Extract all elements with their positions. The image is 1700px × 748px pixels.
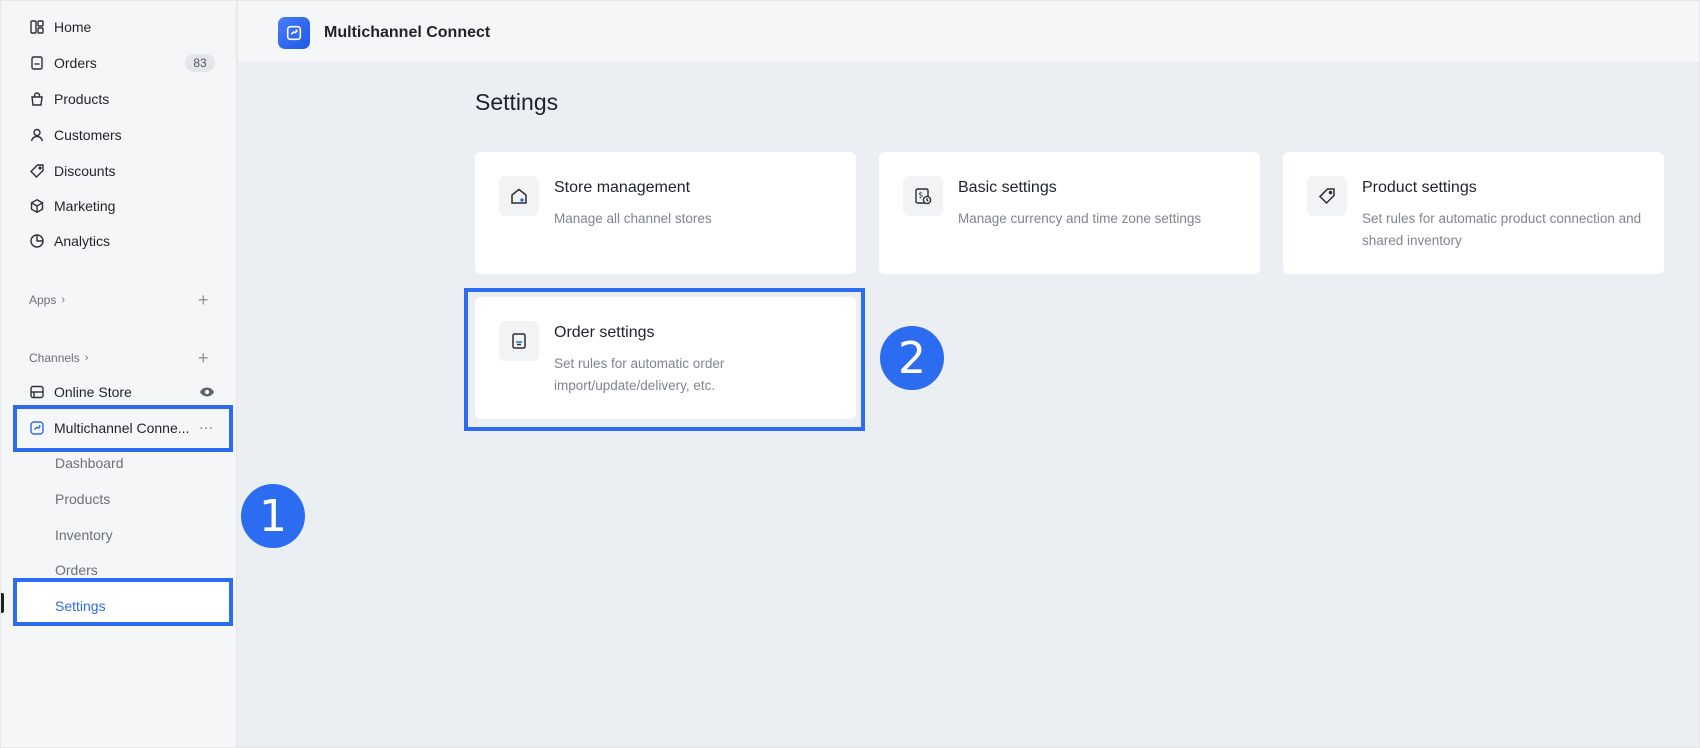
apps-section-title[interactable]: Apps ›: [29, 293, 65, 307]
sidebar-item-analytics[interactable]: Analytics: [21, 226, 219, 256]
chevron-right-icon: ›: [84, 352, 89, 364]
person-icon: [29, 127, 45, 143]
orders-count-badge: 83: [185, 54, 215, 72]
currency-clock-icon: $: [903, 176, 943, 216]
basic-settings-card[interactable]: $ Basic settings Manage currency and tim…: [879, 152, 1260, 274]
app-window: Home Orders 83 Products Customers Discou…: [0, 0, 1700, 748]
card-description: Manage currency and time zone settings: [958, 211, 1202, 226]
pie-icon: [29, 233, 45, 249]
apps-label: Apps: [29, 293, 57, 307]
sidebar-subitem-inventory[interactable]: Inventory: [55, 527, 113, 543]
card-title: Store management: [554, 179, 691, 196]
sidebar-item-label: Home: [54, 19, 92, 35]
sidebar-item-products[interactable]: Products: [21, 84, 219, 114]
sidebar-item-label: Online Store: [54, 384, 132, 400]
sidebar-item-customers[interactable]: Customers: [21, 120, 219, 150]
step-1-badge: 1: [241, 484, 305, 548]
sidebar-item-label: Analytics: [54, 233, 111, 249]
card-description: Manage all channel stores: [554, 211, 712, 226]
orders-icon: [29, 55, 45, 71]
app-title: Multichannel Connect: [324, 24, 491, 41]
top-bar: Multichannel Connect: [238, 1, 1699, 63]
sidebar-item-discounts[interactable]: Discounts: [21, 156, 219, 186]
bag-icon: [29, 91, 45, 107]
channels-label: Channels: [29, 351, 80, 365]
sidebar-subitem-dashboard[interactable]: Dashboard: [55, 455, 124, 471]
sidebar-subitem-orders[interactable]: Orders: [55, 562, 98, 578]
eye-icon[interactable]: [199, 384, 215, 403]
store-management-icon: [499, 176, 539, 216]
sidebar-item-home[interactable]: Home: [21, 12, 219, 42]
home-icon: [29, 19, 45, 35]
product-settings-card[interactable]: Product settings Set rules for automatic…: [1283, 152, 1664, 274]
add-channel-plus-icon[interactable]: +: [198, 349, 209, 367]
sidebar-item-label: Customers: [54, 127, 122, 143]
highlight-settings: [13, 578, 233, 626]
add-app-plus-icon[interactable]: +: [198, 291, 209, 309]
store-management-card[interactable]: Store management Manage all channel stor…: [475, 152, 856, 274]
sidebar-item-label: Marketing: [54, 198, 116, 214]
tag-icon: [1307, 176, 1347, 216]
card-title: Product settings: [1362, 179, 1477, 196]
tag-icon: [29, 163, 45, 179]
step-2-badge: 2: [880, 326, 944, 390]
highlight-multichannel-connect: [13, 405, 233, 452]
active-marker: [1, 593, 4, 613]
svg-text:$: $: [918, 191, 923, 200]
chevron-right-icon: ›: [61, 294, 66, 306]
sidebar-item-orders[interactable]: Orders 83: [21, 48, 219, 78]
sidebar-channel-online-store[interactable]: Online Store: [21, 377, 219, 407]
app-logo-icon: [278, 17, 310, 49]
sidebar-subitem-products[interactable]: Products: [55, 491, 110, 507]
sidebar-item-label: Products: [54, 91, 110, 107]
sidebar-item-label: Orders: [54, 55, 97, 71]
sidebar-item-label: Discounts: [54, 163, 116, 179]
cube-icon: [29, 198, 45, 214]
sidebar: Home Orders 83 Products Customers Discou…: [1, 1, 237, 747]
page-title: Settings: [475, 89, 559, 115]
channels-section-title[interactable]: Channels ›: [29, 351, 88, 365]
card-description: Set rules for automatic product connecti…: [1362, 211, 1642, 248]
card-title: Basic settings: [958, 179, 1057, 196]
sidebar-item-marketing[interactable]: Marketing: [21, 191, 219, 221]
highlight-order-settings: [464, 288, 865, 431]
store-icon: [29, 384, 45, 400]
